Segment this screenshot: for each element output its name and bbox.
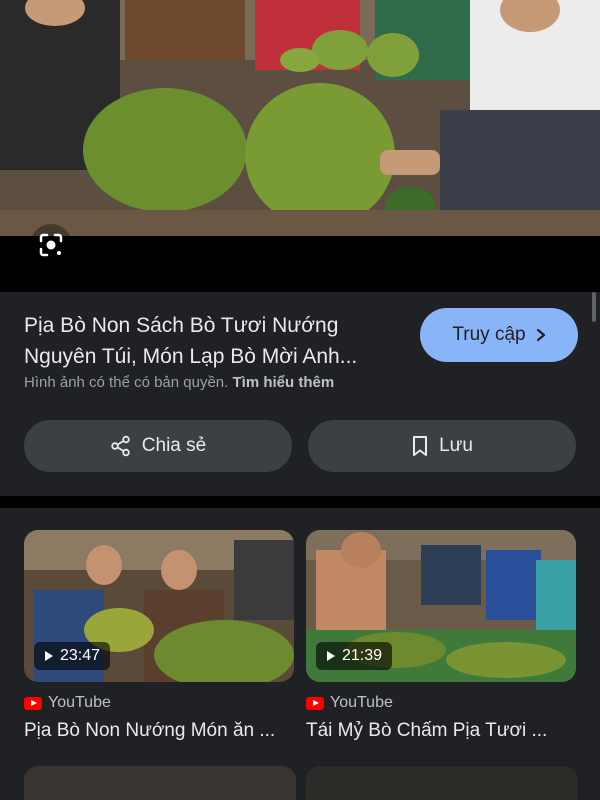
source-label: YouTube — [330, 694, 393, 711]
play-icon — [327, 651, 335, 661]
youtube-logo — [306, 696, 324, 710]
youtube-logo — [24, 696, 42, 710]
source-label: YouTube — [48, 694, 111, 711]
share-button[interactable]: Chia sẻ — [24, 420, 292, 472]
video-source: YouTube — [24, 694, 296, 712]
result-info-panel: Pịa Bò Non Sách Bò Tươi Nướng Nguyên Túi… — [0, 292, 600, 496]
save-button[interactable]: Lưu — [308, 420, 576, 472]
image-letterbox — [0, 236, 600, 292]
video-duration: 21:39 — [316, 642, 393, 670]
learn-more-link[interactable]: Tìm hiểu thêm — [233, 374, 335, 391]
duration-label: 21:39 — [342, 647, 383, 664]
related-card-partial[interactable] — [306, 766, 578, 800]
video-thumbnail[interactable]: 21:39 — [306, 530, 576, 682]
visit-button[interactable]: Truy cập — [420, 308, 578, 362]
related-card[interactable]: 23:47 YouTube Pịa Bò Non Nướng Món ăn ..… — [24, 530, 296, 742]
hero-image[interactable] — [0, 0, 600, 236]
share-icon — [111, 435, 130, 457]
related-card[interactable]: 21:39 YouTube Tái Mỷ Bò Chấm Pịa Tươi ..… — [306, 530, 578, 742]
chevron-right-icon — [536, 328, 545, 342]
share-label: Chia sẻ — [141, 435, 207, 456]
card-title[interactable]: Tái Mỷ Bò Chấm Pịa Tươi ... — [306, 720, 578, 742]
scrollbar[interactable] — [592, 292, 596, 322]
related-card-partial[interactable] — [24, 766, 296, 800]
google-lens-button[interactable] — [30, 224, 72, 266]
result-title[interactable]: Pịa Bò Non Sách Bò Tươi Nướng Nguyên Túi… — [24, 310, 404, 372]
bookmark-icon — [413, 436, 428, 456]
hero-photo — [0, 0, 600, 236]
section-divider — [0, 496, 600, 508]
related-results-grid: 23:47 YouTube Pịa Bò Non Nướng Món ăn ..… — [0, 508, 600, 800]
card-title[interactable]: Pịa Bò Non Nướng Món ăn ... — [24, 720, 296, 742]
copyright-notice: Hình ảnh có thể có bản quyền. Tìm hiểu t… — [24, 374, 334, 391]
copyright-text: Hình ảnh có thể có bản quyền. — [24, 374, 229, 391]
video-thumbnail[interactable]: 23:47 — [24, 530, 294, 682]
google-lens-icon — [39, 233, 63, 257]
video-duration: 23:47 — [34, 642, 111, 670]
duration-label: 23:47 — [60, 647, 101, 664]
video-source: YouTube — [306, 694, 578, 712]
visit-label: Truy cập — [452, 324, 526, 345]
save-label: Lưu — [439, 435, 473, 456]
play-icon — [45, 651, 53, 661]
